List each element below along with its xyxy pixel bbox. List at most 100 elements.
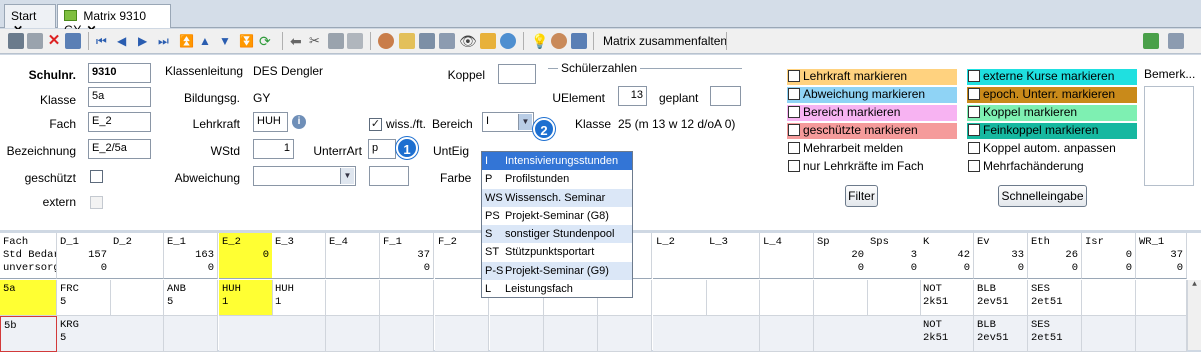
column-header[interactable]: E_3 [272,233,326,279]
matrix-cell[interactable] [326,316,380,352]
wiss-checkbox[interactable]: ✓ [369,118,382,131]
move-up-icon[interactable]: ▲ [199,33,215,49]
filter-button[interactable]: Filter [845,185,878,207]
marker-abweichung[interactable]: Abweichung markieren [787,87,957,103]
dropdown-option[interactable]: L Leistungsfach [482,280,632,298]
matrix-cell[interactable] [1136,316,1187,352]
info-icon[interactable]: i [292,115,306,129]
matrix-cell[interactable]: NOT 2k51 [920,280,974,316]
marker-lehrkraft[interactable]: Lehrkraft markieren [787,69,957,85]
matrix-cell[interactable]: BLB 2ev51 [974,280,1028,316]
scissors-icon[interactable]: ✂ [309,33,325,49]
first-record-icon[interactable]: ⏮ [96,33,112,49]
report-icon[interactable] [399,33,415,49]
matrix-cell[interactable]: FRC 5 [57,280,111,316]
user-search-icon[interactable] [378,33,394,49]
matrix-cell[interactable] [110,280,164,316]
bereich-select[interactable]: I ▼ [482,112,534,132]
matrix-settings-icon[interactable] [571,33,587,49]
matrix-cell[interactable] [1082,280,1136,316]
eye-icon[interactable]: 👁 [459,33,477,49]
matrix-cell[interactable]: SES 2et51 [1028,280,1082,316]
matrix-cell[interactable]: BLB 2ev51 [974,316,1028,352]
tab-start[interactable]: Start ✕ [4,4,56,37]
matrix-cell[interactable] [1082,316,1136,352]
dropdown-option[interactable]: P-S Projekt-Seminar (G9) [482,261,632,281]
matrix-cell[interactable] [760,280,814,316]
matrix-cell[interactable] [544,316,598,352]
marker-checkbox[interactable] [968,142,980,154]
marker-mehrfachaenderung[interactable]: Mehrfachänderung [967,159,1137,175]
users-icon[interactable] [551,33,567,49]
klasse-field[interactable]: 5a [88,87,151,107]
tab-matrix[interactable]: Matrix 9310 GY ✕ [57,4,171,37]
geschuetzt-checkbox[interactable] [90,170,103,183]
print-preview-icon[interactable] [439,33,455,49]
abweichung-select[interactable]: ▼ [253,166,356,186]
bemerkung-textarea[interactable] [1144,86,1194,186]
koppel-field[interactable] [498,64,536,84]
column-header[interactable]: Sp 20 0 [814,233,868,279]
chevron-down-icon[interactable]: ▼ [340,168,354,184]
marker-externe-kurse[interactable]: externe Kurse markieren [967,69,1137,85]
dropdown-option[interactable]: WS Wissensch. Seminar [482,188,632,207]
matrix-cell[interactable]: NOT 2k51 [920,316,974,352]
lehrkraft-field[interactable]: HUH [253,112,288,132]
matrix-cell[interactable] [867,280,921,316]
scroll-up-icon[interactable]: ▲ [1188,280,1201,289]
refresh-icon[interactable]: ⟳ [259,33,275,49]
dropdown-option[interactable]: P Profilstunden [482,170,632,188]
matrix-cell[interactable]: SES 2et51 [1028,316,1082,352]
previous-record-icon[interactable]: ◀ [117,33,133,49]
lightbulb-icon[interactable]: 💡 [531,33,548,49]
extern-checkbox[interactable] [90,196,103,209]
marker-koppel-anpassen[interactable]: Koppel autom. anpassen [967,141,1137,157]
column-header[interactable]: E_4 [326,233,380,279]
marker-geschuetzt[interactable]: geschützte markieren [787,123,957,139]
vertical-scrollbar[interactable]: ▲ [1187,280,1201,350]
column-header[interactable]: L_4 [760,233,814,279]
clock-icon[interactable] [500,33,516,49]
matrix-cell[interactable] [706,280,760,316]
marker-epoch[interactable]: epoch. Unterr. markieren [967,87,1137,103]
matrix-cell[interactable] [598,316,652,352]
column-header[interactable]: E_2 0 [219,233,273,279]
schnelleingabe-button[interactable]: Schnelleingabe [998,185,1087,207]
marker-feinkoppel[interactable]: Feinkoppel markieren [967,123,1137,139]
dropdown-option[interactable]: I Intensivierungsstunden [482,152,632,171]
marker-checkbox[interactable] [788,124,800,136]
column-header[interactable]: E_1 163 0 [164,233,218,279]
row-header-klasse[interactable]: 5b [0,316,57,352]
arrow-left-icon[interactable]: ⬅ [290,33,306,49]
marker-checkbox[interactable] [788,88,800,100]
matrix-cell[interactable] [490,316,544,352]
geplant-field[interactable] [710,86,741,106]
dropdown-option[interactable]: PS Projekt-Seminar (G8) [482,207,632,225]
matrix-cell[interactable] [435,316,489,352]
column-header[interactable]: Eth 26 0 [1028,233,1082,279]
marker-nur-lehrkraefte[interactable]: nur Lehrkräfte im Fach [787,159,957,175]
column-header[interactable]: Ev 33 0 [974,233,1028,279]
matrix-cell[interactable]: HUH 1 [219,280,273,316]
matrix-cell[interactable] [867,316,921,352]
next-record-icon[interactable]: ▶ [138,33,154,49]
matrix-cell[interactable] [164,316,218,352]
row-header-klasse[interactable]: 5a [0,280,57,316]
matrix-cell[interactable]: HUH 1 [272,280,326,316]
matrix-cell[interactable] [760,316,814,352]
move-down-icon[interactable]: ▼ [219,33,235,49]
dropdown-option[interactable]: ST Stützpunktsportart [482,243,632,261]
collapse-matrix-button[interactable]: Matrix zusammenfalten [603,34,727,48]
matrix-cell[interactable] [380,316,434,352]
farbe-field[interactable] [369,166,409,186]
marker-checkbox[interactable] [968,70,980,82]
uelement-field[interactable]: 13 [618,86,647,106]
save-icon[interactable] [8,33,24,49]
marker-checkbox[interactable] [788,106,800,118]
paste-icon[interactable] [347,33,363,49]
marker-checkbox[interactable] [968,124,980,136]
marker-bereich[interactable]: Bereich markieren [787,105,957,121]
column-header[interactable]: D_2 [110,233,164,279]
matrix-cell[interactable]: KRG 5 [57,316,111,352]
fach-field[interactable]: E_2 [88,112,151,132]
